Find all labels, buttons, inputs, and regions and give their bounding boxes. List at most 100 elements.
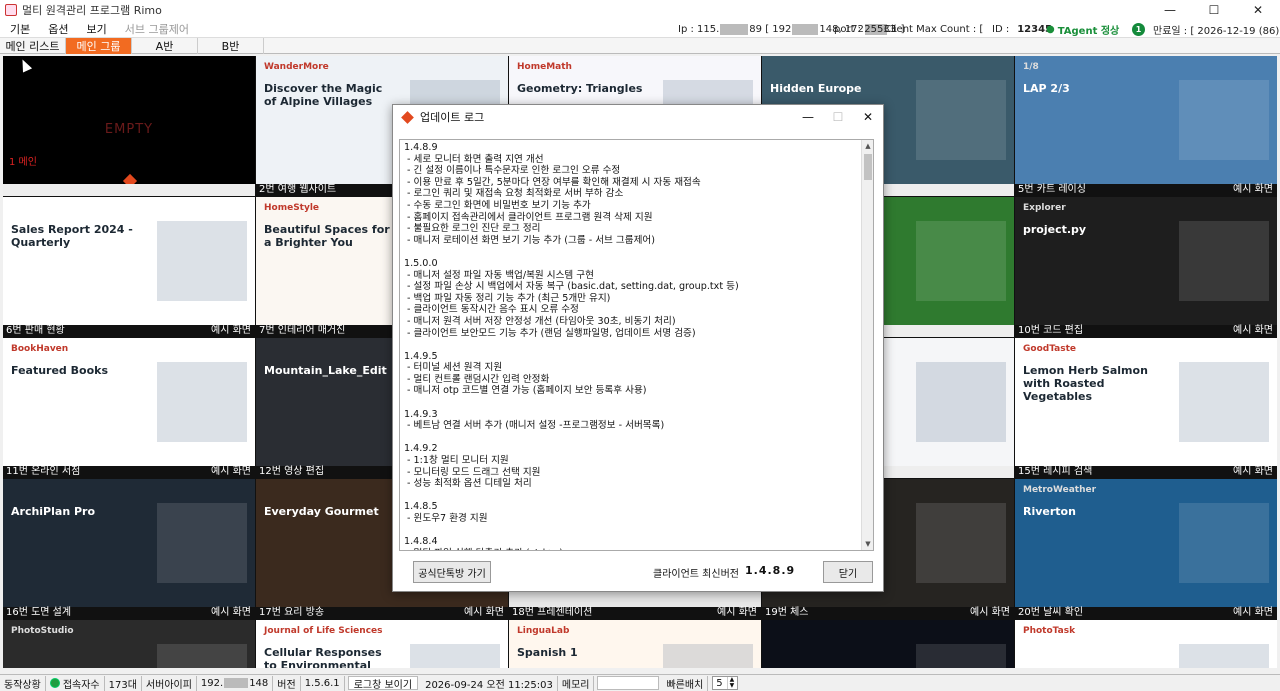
screen-title: Discover the Magic of Alpine Villages (264, 82, 383, 108)
screen-title: Cellular Responses to Environmental Stre… (264, 646, 382, 668)
version-label: 버전 (273, 675, 301, 691)
dialog-close-button[interactable]: 닫기 (823, 561, 873, 583)
id-info: ID : 12345 (992, 20, 1052, 38)
cell-caption: 11번 온라인 서점 예시 화면 (3, 466, 255, 478)
log-line: 1.4.9.5 (404, 350, 438, 362)
screen-image (157, 503, 247, 583)
tab-main-list[interactable]: 메인 리스트 (0, 38, 66, 54)
close-button[interactable]: ✕ (1236, 0, 1280, 20)
cell-caption: 6번 판매 현황 예시 화면 (3, 325, 255, 337)
screen-title: ArchiPlan Pro (11, 505, 96, 518)
cell-label: 6번 판매 현황 (6, 325, 65, 336)
log-line: - 설정 파일 손상 시 백업에서 자동 복구 (basic.dat, sett… (404, 281, 739, 293)
cell-caption: 19번 체스 예시 화면 (762, 607, 1014, 619)
monitor-cell[interactable]: GoodTaste Lemon Herb Salmon with Roasted … (1015, 338, 1277, 478)
quick-layout-value[interactable]: 5 (716, 678, 722, 689)
monitor-cell[interactable]: Sales Report 2024 - Quarterly 6번 판매 현황 예시 … (3, 197, 255, 337)
log-scrollbar[interactable]: ▲ ▼ (861, 140, 873, 550)
log-line: - 매니저 원격 서버 저장 안정성 개선 (타임아웃 30초, 비동기 처리) (404, 315, 676, 327)
dialog-title-bar: 업데이트 로그 — ☐ ✕ (393, 105, 883, 129)
log-line: 1.4.8.5 (404, 501, 438, 513)
cell-label: 12번 영상 편집 (259, 466, 325, 477)
kakao-chat-button[interactable]: 공식단톡방 가기 (413, 561, 491, 583)
cell-label: 16번 도면 설계 (6, 607, 72, 618)
monitor-cell[interactable]: 1/8 LAP 2/3 5번 카트 레이싱 예시 화면 (1015, 56, 1277, 196)
tab-main-group[interactable]: 메인 그룹 (66, 38, 132, 54)
screen-image (410, 644, 500, 668)
menu-view[interactable]: 보기 (77, 21, 115, 37)
screen-preview (762, 620, 1014, 668)
server-ip-label: 서버아이피 (142, 675, 197, 691)
log-line: 1.4.9.2 (404, 443, 438, 455)
menu-sub-group-control: 서브 그룹제어 (124, 22, 189, 36)
screen-preview: Explorer project.py (1015, 197, 1277, 325)
screen-brand: GoodTaste (1023, 344, 1077, 354)
monitor-cell[interactable]: PhotoTask (1015, 620, 1277, 668)
tab-class-b[interactable]: B반 (198, 38, 264, 54)
log-line: - 모니터링 모드 드래그 선택 지원 (404, 466, 541, 478)
log-line: - 홈페이지 접속관리에서 클라이언트 프로그램 원격 삭제 지원 (404, 211, 653, 223)
group-tabs: 메인 리스트 메인 그룹 A반 B반 (0, 38, 1280, 54)
tab-class-a[interactable]: A반 (132, 38, 198, 54)
screen-image (916, 644, 1006, 668)
monitor-cell[interactable]: PhotoStudio (3, 620, 255, 668)
scroll-thumb[interactable] (864, 154, 872, 180)
agent-status: ● TAgent 정상 (1046, 20, 1119, 38)
screen-preview: BookHaven Featured Books (3, 338, 255, 466)
dialog-minimize-button[interactable]: — (793, 105, 823, 129)
monitor-cell[interactable]: LinguaLab Spanish 1 (509, 620, 761, 668)
log-toggle-button[interactable]: 로그창 보이기 (347, 676, 419, 691)
cell-label: 2번 여행 웹사이트 (259, 184, 337, 195)
cell-caption: 15번 레시피 검색 예시 화면 (1015, 466, 1277, 478)
monitor-cell[interactable]: EMPTY 1 메인 (3, 56, 255, 196)
monitor-cell[interactable]: ArchiPlan Pro 16번 도면 설계 예시 화면 (3, 479, 255, 619)
scroll-down-icon[interactable]: ▼ (862, 538, 873, 550)
monitor-cell[interactable]: MetroWeather Riverton 20번 날씨 확인 예시 화면 (1015, 479, 1277, 619)
cell-label: 5번 카트 레이싱 (1018, 184, 1086, 195)
notification[interactable]: 1 (1132, 20, 1145, 38)
cell-right-label: 예시 화면 (1233, 466, 1273, 477)
menu-options[interactable]: 옵션 (38, 21, 76, 37)
log-line: - 베트남 연결 서버 추가 (매니저 설정 -프로그램정보 - 서버목록) (404, 420, 665, 432)
dialog-close-icon[interactable]: ✕ (853, 105, 883, 129)
minimize-button[interactable]: — (1148, 0, 1192, 20)
screen-title: Geometry: Triangles (517, 82, 643, 95)
notification-badge[interactable]: 1 (1132, 22, 1145, 36)
screen-preview: EMPTY 1 메인 (3, 56, 255, 184)
log-line: - 성능 최적화 옵션 디테일 처리 (404, 478, 532, 490)
screen-brand: Journal of Life Sciences (264, 626, 383, 636)
cell-right-label: 예시 화면 (970, 607, 1010, 618)
update-log-text: 1.4.8.9 - 세로 모니터 화면 출력 지연 개선 - 긴 설정 이름이나… (404, 142, 862, 550)
cell-right-label: 예시 화면 (464, 607, 504, 618)
stepper-arrows-icon[interactable]: ▲ ▼ (726, 677, 734, 689)
app-icon (5, 4, 17, 16)
server-ip-value: 192. 148 (197, 675, 274, 691)
cell-right-label: 예시 화면 (1233, 184, 1273, 195)
cell-caption: 20번 날씨 확인 예시 화면 (1015, 607, 1277, 619)
screen-title: Everyday Gourmet (264, 505, 379, 518)
menu-basic[interactable]: 기본 (0, 21, 38, 37)
update-log-box[interactable]: 1.4.8.9 - 세로 모니터 화면 출력 지연 개선 - 긴 설정 이름이나… (399, 139, 874, 551)
scroll-up-icon[interactable]: ▲ (862, 140, 873, 152)
ip-part-2: 89 [ 192 (749, 23, 792, 35)
screen-image (1179, 644, 1269, 668)
monitor-cell[interactable]: BookHaven Featured Books 11번 온라인 서점 예시 화면 (3, 338, 255, 478)
cell-caption: 5번 카트 레이싱 예시 화면 (1015, 184, 1277, 196)
maximize-button[interactable]: ☐ (1192, 0, 1236, 20)
monitor-cell[interactable]: Explorer project.py 10번 코드 편집 예시 화면 (1015, 197, 1277, 337)
screen-brand: HomeStyle (264, 203, 320, 213)
monitor-cell[interactable] (762, 620, 1014, 668)
server-ip-a: 192. (200, 677, 224, 689)
screen-preview: Sales Report 2024 - Quarterly (3, 197, 255, 325)
ip-mask (792, 23, 819, 35)
quick-layout-stepper[interactable]: 5 ▲ ▼ (712, 676, 739, 690)
screen-title: Spanish 1 (517, 646, 578, 659)
monitor-cell[interactable]: Journal of Life Sciences Cellular Respons… (256, 620, 508, 668)
ip-label: Ip : 115. (678, 23, 720, 35)
screen-image (1179, 362, 1269, 442)
screen-image (1179, 221, 1269, 301)
title-bar: 멀티 원격관리 프로그램 Rimo — ☐ ✕ (0, 0, 1280, 20)
